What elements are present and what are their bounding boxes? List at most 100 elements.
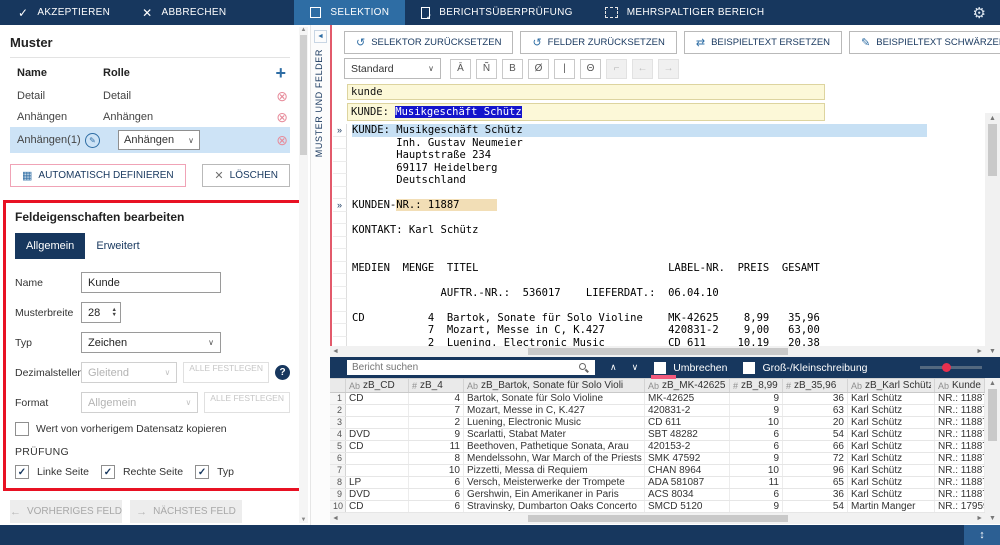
delete-pattern-icon[interactable]: ⊗ xyxy=(276,89,290,103)
tab-mehrspaltiger-bereich[interactable]: MEHRSPALTIGER BEREICH xyxy=(589,0,781,25)
settings-gear-icon[interactable]: ⚙ xyxy=(959,4,1000,22)
scroll-right-icon[interactable]: ► xyxy=(976,515,983,522)
table-row[interactable]: 4DVD9Scarlatti, Stabat MaterSBT 48282654… xyxy=(330,429,985,441)
document-horizontal-scrollbar[interactable]: ◄ ► xyxy=(330,346,985,357)
muster-row-anhaengen-1[interactable]: Anhängen(1) ✎ Anhängen ∨ ⊗ xyxy=(10,127,290,153)
reset-selector-button[interactable]: ↺ SELEKTOR ZURÜCKSETZEN xyxy=(344,31,513,54)
typ-select[interactable]: Zeichen ∨ xyxy=(81,332,221,353)
muster-row-anhaengen[interactable]: Anhängen Anhängen ⊗ xyxy=(10,106,290,127)
table-row[interactable]: 8LP6Versch, Meisterwerke der TrompeteADA… xyxy=(330,477,985,489)
selector-pattern-row[interactable]: kunde xyxy=(347,84,825,100)
name-field[interactable] xyxy=(81,272,221,293)
tab-erweitert[interactable]: Erweitert xyxy=(85,233,150,259)
column-header[interactable]: AbKunde xyxy=(935,379,985,392)
reset-fields-button[interactable]: ↺ FELDER ZURÜCKSETZEN xyxy=(520,31,676,54)
char-class-letter-button[interactable]: Ā xyxy=(450,59,471,79)
delete-button[interactable]: ✕ LÖSCHEN xyxy=(202,164,290,187)
table-row[interactable]: 27Mozart, Messe in C, K.427420831-2963Ka… xyxy=(330,405,985,417)
help-icon[interactable]: ? xyxy=(275,365,290,380)
scrollbar-thumb[interactable] xyxy=(528,515,788,522)
scrollbar-thumb[interactable] xyxy=(988,389,997,441)
rechte-seite-checkbox[interactable]: ✓ xyxy=(101,465,115,479)
column-header[interactable]: AbzB_MK-42625 xyxy=(645,379,730,392)
doc-line[interactable]: 7 Mozart, Messe in C, K.427 420831-2 9,0… xyxy=(333,324,927,337)
doc-line[interactable] xyxy=(333,274,927,287)
table-row[interactable]: 9DVD6Gershwin, Ein Amerikaner in ParisAC… xyxy=(330,489,985,501)
case-sensitive-checkbox[interactable] xyxy=(743,362,755,374)
column-header[interactable]: AbzB_Karl Schütz xyxy=(848,379,935,392)
scroll-up-icon[interactable]: ▲ xyxy=(989,380,996,387)
replace-sample-text-button[interactable]: ⇄ BEISPIELTEXT ERSETZEN xyxy=(684,31,842,54)
wrap-checkbox[interactable] xyxy=(654,362,666,374)
auto-define-button[interactable]: ▦ AUTOMATISCH DEFINIEREN xyxy=(10,164,186,187)
add-pattern-icon[interactable]: + xyxy=(275,67,290,79)
char-class-bold-button[interactable]: B xyxy=(502,59,523,79)
grid-horizontal-scrollbar[interactable]: ◄ ► xyxy=(330,513,985,524)
accept-button[interactable]: ✓ AKZEPTIEREN xyxy=(2,0,126,25)
grid-vertical-scrollbar[interactable]: ▲ ▼ xyxy=(985,378,1000,524)
delete-pattern-icon[interactable]: ⊗ xyxy=(276,133,290,147)
scroll-left-icon[interactable]: ◄ xyxy=(332,515,339,522)
doc-line[interactable]: »KUNDE: Musikgeschäft Schütz xyxy=(333,124,927,137)
resize-panel-handle[interactable]: ↕ xyxy=(964,525,1000,545)
column-header[interactable]: AbzB_Bartok, Sonate für Solo Violi xyxy=(464,379,645,392)
scroll-up-icon[interactable]: ▲ xyxy=(301,27,307,33)
doc-line[interactable] xyxy=(333,249,927,262)
selector-sample-row[interactable]: KUNDE: Musikgeschäft Schütz xyxy=(347,103,825,121)
char-class-theta-button[interactable]: Θ xyxy=(580,59,601,79)
column-header[interactable]: #zB_8,99 xyxy=(730,379,783,392)
cancel-button[interactable]: ✕ ABBRECHEN xyxy=(126,0,242,25)
musterbreite-stepper[interactable]: 28 ▲▼ xyxy=(81,302,121,323)
doc-line[interactable] xyxy=(333,299,927,312)
slider-knob[interactable] xyxy=(942,363,951,372)
scroll-down-icon[interactable]: ▼ xyxy=(989,348,996,355)
column-header[interactable]: AbzB_CD xyxy=(346,379,409,392)
table-row[interactable]: 1CD4Bartok, Sonate für Solo ViolineMK-42… xyxy=(330,393,985,405)
doc-line[interactable]: KONTAKT: Karl Schütz xyxy=(333,224,927,237)
document-vertical-scrollbar[interactable]: ▲ ▼ xyxy=(985,113,1000,357)
copy-previous-checkbox[interactable] xyxy=(15,422,29,436)
typ-checkbox[interactable]: ✓ xyxy=(195,465,209,479)
table-row[interactable]: 10CD6Stravinsky, Dumbarton Oaks Concerto… xyxy=(330,501,985,513)
search-previous-icon[interactable]: ∧ xyxy=(610,362,617,373)
doc-line[interactable]: CD 4 Bartok, Sonate für Solo Violine MK-… xyxy=(333,312,927,325)
muster-row-detail[interactable]: Detail Detail ⊗ xyxy=(10,85,290,106)
tab-berichtsueberpruefung[interactable]: BERICHTSÜBERPRÜFUNG xyxy=(405,0,589,25)
collapse-panel-icon[interactable]: ◄ xyxy=(314,30,327,43)
edit-pencil-icon[interactable]: ✎ xyxy=(85,133,100,148)
scrollbar-thumb[interactable] xyxy=(300,35,307,155)
doc-line[interactable]: Deutschland xyxy=(333,174,927,187)
column-header[interactable]: #zB_4 xyxy=(409,379,464,392)
table-row[interactable]: 32Luening, Electronic MusicCD 6111020Kar… xyxy=(330,417,985,429)
tab-selektion[interactable]: SELEKTION xyxy=(294,0,405,25)
doc-line[interactable]: AUFTR.-NR.: 536017 LIEFERDAT.: 06.04.10 xyxy=(333,287,927,300)
redact-sample-text-button[interactable]: ✎ BEISPIELTEXT SCHWÄRZEN xyxy=(849,31,1000,54)
scrollbar-thumb[interactable] xyxy=(528,348,788,355)
char-class-nullchar-button[interactable]: Ø xyxy=(528,59,549,79)
doc-line[interactable] xyxy=(333,187,927,200)
table-row[interactable]: 710Pizzetti, Messa di RequiemCHAN 896410… xyxy=(330,465,985,477)
column-header[interactable]: #zB_35,96 xyxy=(783,379,848,392)
zoom-slider[interactable] xyxy=(920,366,982,369)
delete-pattern-icon[interactable]: ⊗ xyxy=(276,110,290,124)
char-class-accent-button[interactable]: Ñ xyxy=(476,59,497,79)
scroll-down-icon[interactable]: ▼ xyxy=(301,517,307,523)
pattern-role-select[interactable]: Anhängen ∨ xyxy=(118,130,200,150)
char-class-pipe-button[interactable]: | xyxy=(554,59,575,79)
table-row[interactable]: 5CD11Beethoven, Pathetique Sonata, Arau4… xyxy=(330,441,985,453)
linke-seite-checkbox[interactable]: ✓ xyxy=(15,465,29,479)
tab-muster-und-felder[interactable]: MUSTER UND FELDER xyxy=(314,49,328,157)
table-row[interactable]: 68Mendelssohn, War March of the PriestsS… xyxy=(330,453,985,465)
scroll-left-icon[interactable]: ◄ xyxy=(332,348,339,355)
doc-line[interactable]: »KUNDEN-NR.: 11887 xyxy=(333,199,927,212)
scroll-up-icon[interactable]: ▲ xyxy=(989,115,996,122)
scroll-right-icon[interactable]: ► xyxy=(976,348,983,355)
doc-line[interactable]: Inh. Gustav Neumeier xyxy=(333,137,927,150)
doc-line[interactable] xyxy=(333,212,927,225)
doc-line[interactable] xyxy=(333,237,927,250)
left-panel-scrollbar[interactable]: ▲ ▼ xyxy=(299,27,308,523)
search-input[interactable] xyxy=(347,360,595,375)
spinner-arrows-icon[interactable]: ▲▼ xyxy=(112,308,117,318)
doc-line[interactable]: 69117 Heidelberg xyxy=(333,162,927,175)
scrollbar-thumb[interactable] xyxy=(988,124,997,176)
